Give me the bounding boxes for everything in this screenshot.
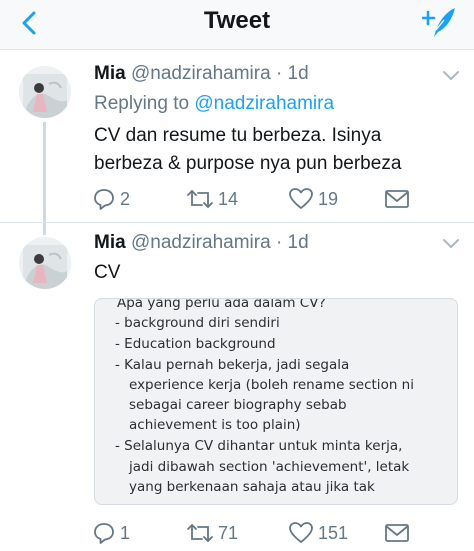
avatar-photo <box>19 237 71 289</box>
avatar[interactable] <box>19 237 71 289</box>
like-button[interactable]: 19 <box>288 186 338 212</box>
attachment-text-line: sebagai career biography sebab <box>129 397 347 413</box>
avatar-photo <box>19 66 71 118</box>
tweet-header: Mia @nadzirahamira · 1d <box>94 63 309 85</box>
attachment-text-line: achievement is too plain) <box>129 417 301 433</box>
thread-connector <box>43 122 46 222</box>
tweet-header: Mia @nadzirahamira · 1d <box>94 232 309 254</box>
heart-icon <box>289 188 313 209</box>
author-handle[interactable]: @nadzirahamira <box>131 63 271 84</box>
replying-to: Replying to @nadzirahamira <box>94 93 334 115</box>
envelope-icon <box>385 190 409 208</box>
nav-bar: Tweet <box>0 0 474 50</box>
reply-icon <box>94 189 114 210</box>
message-button[interactable] <box>384 520 410 546</box>
timestamp: · 1d <box>275 232 309 253</box>
author-name[interactable]: Mia <box>94 232 126 253</box>
attachment-text-line: jadi dibawah section 'achievement', leta… <box>129 459 410 475</box>
retweet-count: 71 <box>218 522 239 543</box>
author-handle[interactable]: @nadzirahamira <box>131 232 271 253</box>
reply-icon <box>94 523 114 544</box>
tweet-text-line: CV dan resume tu berbeza. Isinya <box>94 125 382 146</box>
tweet-text: CV <box>94 262 121 283</box>
compose-tweet-icon[interactable] <box>422 6 458 40</box>
heart-icon <box>289 522 313 543</box>
like-count: 151 <box>318 522 349 543</box>
attachment-text-line: - Education background <box>115 336 276 352</box>
attachment-text-line: - Selalunya CV dihantar untuk minta kerj… <box>115 438 403 454</box>
retweet-button[interactable]: 71 <box>186 520 238 546</box>
tweet-actions: 2 14 19 <box>92 186 422 212</box>
retweet-icon <box>187 524 213 542</box>
retweet-count: 14 <box>218 188 239 209</box>
tweet-text-line: berbeza & purpose nya pun berbeza <box>94 153 402 174</box>
envelope-icon <box>385 524 409 542</box>
chevron-down-icon[interactable] <box>442 70 460 82</box>
attachment-text-line: yang berkenaan sahaja atau jika tak <box>129 479 375 495</box>
replying-to-label: Replying to <box>94 93 190 114</box>
author-name[interactable]: Mia <box>94 63 126 84</box>
message-button[interactable] <box>384 186 410 212</box>
retweet-icon <box>187 190 213 208</box>
tweet[interactable]: Mia @nadzirahamira · 1d CV Apa yang perl… <box>0 222 474 551</box>
chevron-down-icon[interactable] <box>442 238 460 250</box>
like-button[interactable]: 151 <box>288 520 348 546</box>
attachment-text-line: Apa yang perlu ada dalam CV? <box>117 298 326 311</box>
attachment-text-line: - Kalau pernah bekerja, jadi segala <box>115 357 350 373</box>
reply-count: 2 <box>120 188 131 209</box>
reply-button[interactable]: 1 <box>92 520 130 546</box>
reply-button[interactable]: 2 <box>92 186 130 212</box>
tweet-actions: 1 71 151 <box>92 520 422 546</box>
attached-image[interactable]: Apa yang perlu ada dalam CV? - backgroun… <box>94 298 458 505</box>
timestamp: · 1d <box>275 63 309 84</box>
attachment-text-line: experience kerja (boleh rename section n… <box>129 377 414 393</box>
reply-count: 1 <box>120 522 131 543</box>
tweet-text: CV dan resume tu berbeza. Isinya berbeza… <box>94 122 459 178</box>
avatar[interactable] <box>19 66 71 118</box>
replying-to-handle[interactable]: @nadzirahamira <box>194 93 334 114</box>
tweet[interactable]: Mia @nadzirahamira · 1d Replying to @nad… <box>0 52 474 222</box>
retweet-button[interactable]: 14 <box>186 186 238 212</box>
attachment-text-line: - background diri sendiri <box>115 315 280 331</box>
thread-connector <box>43 223 46 235</box>
like-count: 19 <box>318 188 339 209</box>
page-title: Tweet <box>203 7 271 34</box>
